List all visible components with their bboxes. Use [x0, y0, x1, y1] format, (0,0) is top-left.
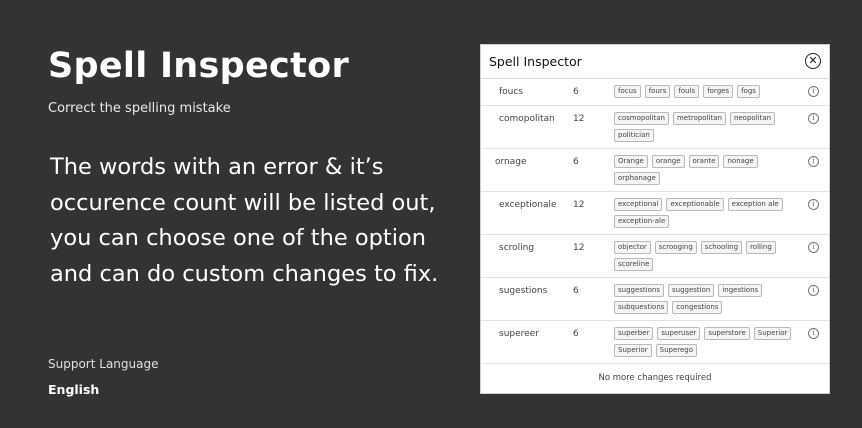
occurrence-count: 12	[573, 200, 585, 210]
misspelling-row: comopolitan 12 cosmopolitan metropolitan neo…	[481, 106, 829, 149]
suggestion-chip[interactable]: scoreline	[614, 258, 654, 271]
info-icon[interactable]: i	[808, 328, 819, 339]
suggestion-chip[interactable]: exception ale	[727, 198, 783, 211]
suggestion-chip[interactable]: congestions	[672, 301, 723, 314]
suggestion-chip[interactable]: Superior	[614, 344, 652, 357]
page-title: Spell Inspector	[48, 46, 350, 86]
occurrence-count: 6	[573, 329, 579, 339]
info-icon[interactable]: i	[808, 242, 819, 253]
suggestion-chip[interactable]: orante	[688, 155, 720, 168]
suggestion-chip[interactable]: fogs	[737, 85, 760, 98]
support-language-label: Support Language	[48, 357, 159, 371]
misspelling-row: scroling 12 objector scrooging schooling roll…	[481, 235, 829, 278]
suggestion-list: suggestions suggestion ingestions subquesti…	[614, 284, 804, 314]
suggestion-chip[interactable]: Superego	[655, 344, 698, 357]
page-subtitle: Correct the spelling mistake	[48, 101, 231, 116]
occurrence-count: 12	[573, 114, 585, 124]
suggestion-chip[interactable]: politician	[614, 129, 654, 142]
suggestion-chip[interactable]: superuser	[657, 327, 701, 340]
suggestion-chip[interactable]: orphanage	[614, 172, 660, 185]
misspelled-word: comopolitan	[499, 114, 555, 124]
misspelled-word: scroling	[499, 243, 535, 253]
suggestion-chip[interactable]: superber	[614, 327, 654, 340]
suggestion-chip[interactable]: forges	[703, 85, 734, 98]
suggestion-chip[interactable]: ingestions	[718, 284, 763, 297]
spell-inspector-panel: Spell Inspector ✕ foucs 6 focus fours fouls f…	[480, 44, 830, 394]
suggestion-chip[interactable]: Orange	[614, 155, 648, 168]
occurrence-count: 6	[573, 157, 579, 167]
suggestion-list: Orange orange orante nonage orphanage	[614, 155, 804, 185]
suggestion-chip[interactable]: suggestions	[614, 284, 664, 297]
panel-footer-message: No more changes required	[598, 373, 712, 383]
suggestion-chip[interactable]: metropolitan	[672, 112, 726, 125]
suggestion-chip[interactable]: schooling	[700, 241, 743, 254]
misspelling-row: sugestions 6 suggestions suggestion ingestio…	[481, 278, 829, 321]
occurrence-count: 12	[573, 243, 585, 253]
suggestion-chip[interactable]: objector	[614, 241, 651, 254]
suggestion-chip[interactable]: exception-ale	[614, 215, 670, 228]
misspelled-word: sugestions	[499, 286, 548, 296]
misspelled-word: foucs	[499, 87, 524, 97]
misspelled-word: supereer	[499, 329, 539, 339]
suggestion-chip[interactable]: fours	[644, 85, 671, 98]
suggestion-chip[interactable]: nonage	[723, 155, 758, 168]
close-icon[interactable]: ✕	[805, 53, 821, 69]
misspelling-row: exceptionale 12 exceptional exceptionable ex…	[481, 192, 829, 235]
suggestion-chip[interactable]: exceptional	[614, 198, 663, 211]
suggestion-list: focus fours fouls forges fogs	[614, 85, 804, 98]
suggestion-list: cosmopolitan metropolitan neopolitan politi…	[614, 112, 804, 142]
suggestion-chip[interactable]: neopolitan	[729, 112, 776, 125]
misspelled-word: ornage	[495, 157, 527, 167]
panel-header: Spell Inspector ✕	[481, 45, 829, 79]
suggestion-chip[interactable]: scrooging	[654, 241, 697, 254]
misspelling-row: ornage 6 Orange orange orante nonage orphanage…	[481, 149, 829, 192]
panel-title: Spell Inspector	[489, 54, 582, 69]
info-icon[interactable]: i	[808, 86, 819, 97]
suggestion-list: superber superuser superstore Superior Super…	[614, 327, 804, 357]
suggestion-chip[interactable]: subquestions	[614, 301, 669, 314]
suggestion-chip[interactable]: exceptionable	[666, 198, 724, 211]
misspelling-row: foucs 6 focus fours fouls forges fogs i	[481, 79, 829, 106]
suggestion-chip[interactable]: suggestion	[667, 284, 715, 297]
info-icon[interactable]: i	[808, 285, 819, 296]
misspelling-row: supereer 6 superber superuser superstore Supe…	[481, 321, 829, 364]
suggestion-chip[interactable]: focus	[614, 85, 641, 98]
suggestion-list: exceptional exceptionable exception ale exc…	[614, 198, 804, 228]
info-icon[interactable]: i	[808, 156, 819, 167]
suggestion-chip[interactable]: rolling	[746, 241, 776, 254]
suggestion-chip[interactable]: Superior	[753, 327, 792, 340]
suggestion-list: objector scrooging schooling rolling scoreli…	[614, 241, 804, 271]
suggestion-chip[interactable]: fouls	[674, 85, 700, 98]
feature-description: The words with an error & it’s occurence…	[50, 154, 439, 287]
info-icon[interactable]: i	[808, 199, 819, 210]
support-language-value: English	[48, 382, 100, 397]
misspelled-word: exceptionale	[499, 200, 557, 210]
occurrence-count: 6	[573, 286, 579, 296]
misspelling-list: foucs 6 focus fours fouls forges fogs i comopoli…	[481, 79, 829, 364]
suggestion-chip[interactable]: orange	[651, 155, 685, 168]
suggestion-chip[interactable]: superstore	[704, 327, 750, 340]
occurrence-count: 6	[573, 87, 579, 97]
suggestion-chip[interactable]: cosmopolitan	[614, 112, 669, 125]
info-icon[interactable]: i	[808, 113, 819, 124]
